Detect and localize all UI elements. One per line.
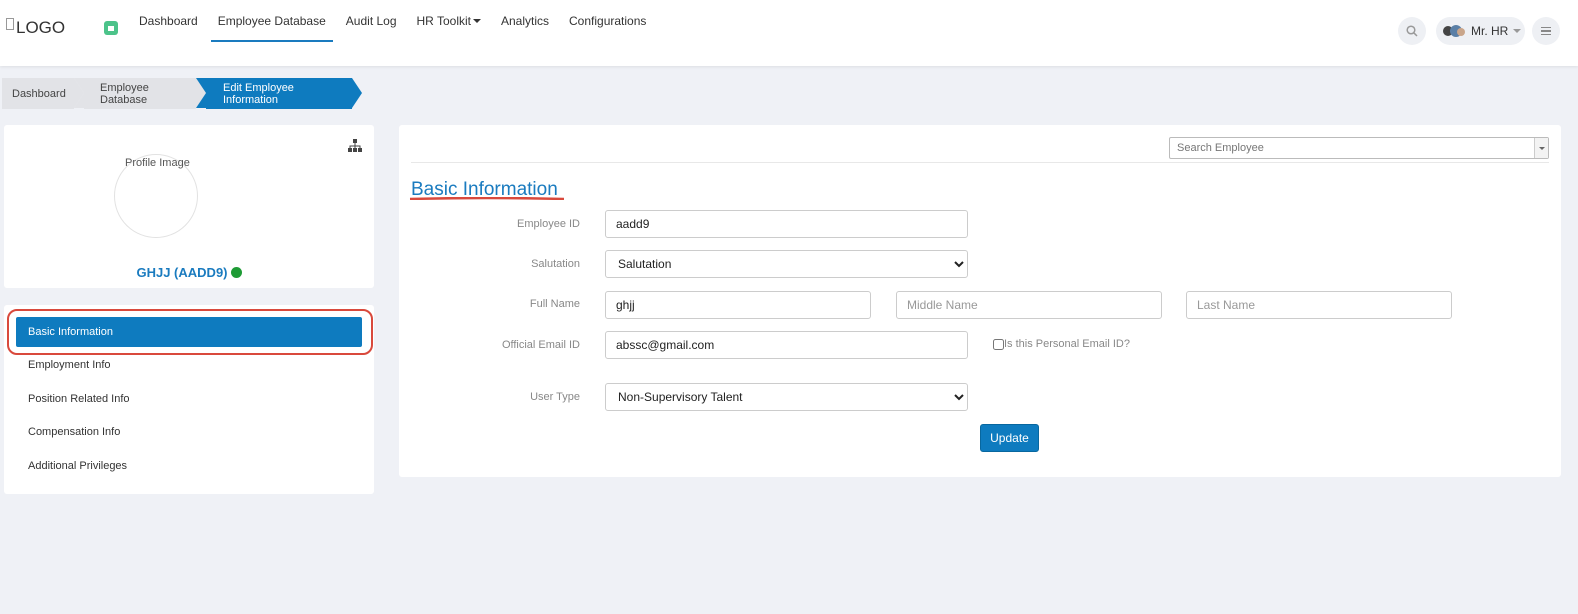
search-icon: [1406, 25, 1418, 37]
side-menu: Basic Information Employment Info Positi…: [4, 305, 374, 494]
breadcrumb-dashboard[interactable]: Dashboard: [2, 78, 84, 109]
caret-down-icon: [472, 19, 481, 23]
search-button[interactable]: [1398, 17, 1426, 45]
hamburger-menu-button[interactable]: [1532, 17, 1560, 45]
nav-menu: Dashboard Employee Database Audit Log HR…: [130, 0, 657, 56]
status-dot: [230, 267, 242, 278]
breadcrumb-edit-employee: Edit Employee Information: [196, 78, 362, 109]
nav-employee-database[interactable]: Employee Database: [209, 0, 335, 42]
employee-name: GHJJ (AADD9): [4, 265, 374, 280]
nav-audit-log[interactable]: Audit Log: [337, 0, 406, 42]
nav-hr-toolkit-label: HR Toolkit: [416, 14, 471, 28]
avatar: [1443, 23, 1467, 39]
user-type-label: User Type: [530, 391, 580, 403]
email-label: Official Email ID: [501, 339, 580, 351]
personal-email-checkbox-wrap[interactable]: Is this Personal Email ID?: [993, 338, 1130, 350]
first-name-input[interactable]: [605, 291, 871, 319]
red-underline-annotation: [409, 197, 565, 200]
salutation-select[interactable]: Salutation: [605, 250, 968, 278]
side-menu-compensation-info[interactable]: Compensation Info: [16, 417, 362, 447]
search-employee-select[interactable]: Search Employee: [1169, 137, 1549, 159]
side-menu-basic-information[interactable]: Basic Information: [16, 317, 362, 347]
full-name-label: Full Name: [529, 298, 580, 310]
main-panel: Search Employee Basic Information Employ…: [399, 125, 1561, 477]
side-menu-position-related-info[interactable]: Position Related Info: [16, 384, 362, 414]
breadcrumb-employee-database[interactable]: Employee Database: [74, 78, 206, 109]
side-menu-additional-privileges[interactable]: Additional Privileges: [16, 451, 362, 481]
employee-name-text: GHJJ (AADD9): [136, 265, 228, 280]
user-menu[interactable]: Mr. HR: [1436, 17, 1525, 45]
org-chart-icon[interactable]: [348, 139, 362, 152]
salutation-label: Salutation: [531, 258, 580, 270]
middle-name-input[interactable]: [896, 291, 1162, 319]
personal-email-checkbox-label: Is this Personal Email ID?: [1004, 338, 1130, 350]
last-name-input[interactable]: [1186, 291, 1452, 319]
profile-image-alt: Profile Image: [125, 157, 190, 169]
caret-down-icon: [1513, 29, 1522, 33]
personal-email-checkbox[interactable]: [993, 338, 1004, 350]
broken-image-icon: [6, 18, 14, 30]
dropdown-arrow-icon[interactable]: [1534, 138, 1548, 158]
logo-text: LOGO: [16, 18, 66, 37]
update-button[interactable]: Update: [980, 424, 1039, 452]
nav-hr-toolkit[interactable]: HR Toolkit: [408, 0, 490, 42]
side-menu-employment-info[interactable]: Employment Info: [16, 350, 362, 380]
nav-analytics[interactable]: Analytics: [492, 0, 558, 42]
top-navbar: LOGO Dashboard Employee Database Audit L…: [0, 0, 1578, 66]
home-icon[interactable]: [104, 21, 118, 35]
nav-configurations[interactable]: Configurations: [560, 0, 655, 42]
divider: [411, 162, 1549, 163]
profile-card: Profile Image GHJJ (AADD9): [4, 125, 374, 288]
email-input[interactable]: [605, 331, 968, 359]
user-type-select[interactable]: Non-Supervisory Talent: [605, 383, 968, 411]
breadcrumb: Dashboard Employee Database Edit Employe…: [2, 78, 362, 109]
user-name: Mr. HR: [1471, 24, 1509, 38]
employee-id-input[interactable]: [605, 210, 968, 238]
search-employee-placeholder: Search Employee: [1177, 142, 1264, 154]
employee-id-label: Employee ID: [517, 218, 580, 230]
nav-dashboard[interactable]: Dashboard: [130, 0, 207, 42]
logo[interactable]: LOGO: [6, 18, 65, 38]
